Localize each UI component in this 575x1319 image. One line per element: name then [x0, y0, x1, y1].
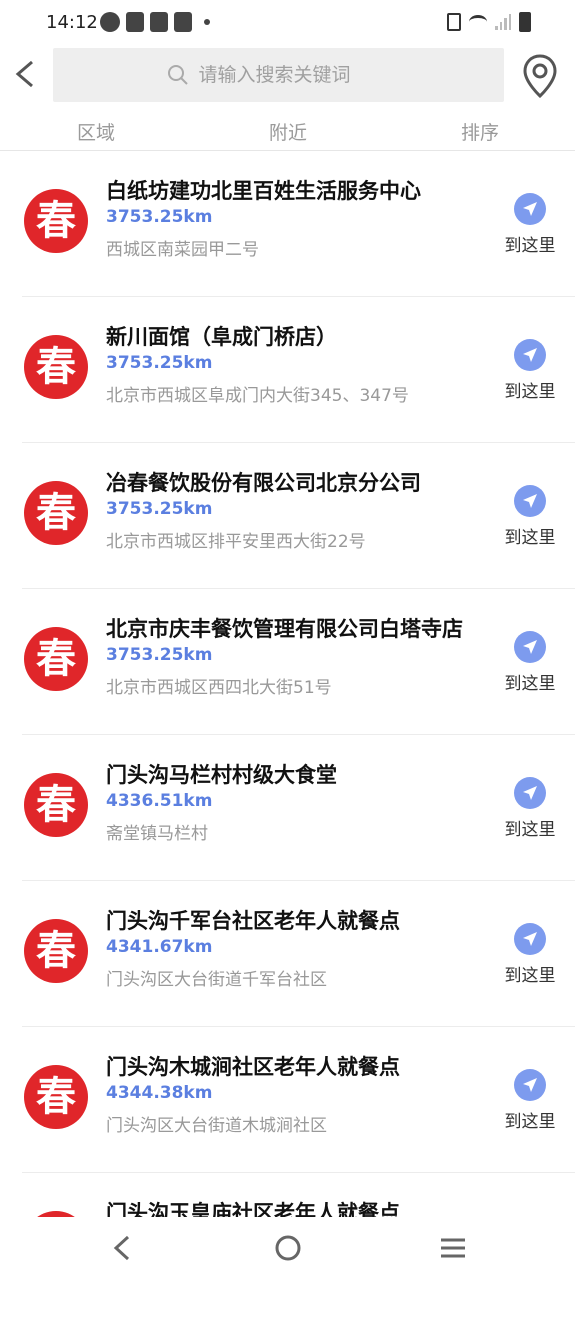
- search-input[interactable]: [196, 63, 391, 87]
- status-bar: 14:12: [0, 0, 575, 46]
- nav-home-icon[interactable]: [273, 1233, 303, 1263]
- navigate-button[interactable]: 到这里: [500, 485, 560, 548]
- restaurant-logo: 春: [24, 627, 88, 691]
- navigate-button[interactable]: 到这里: [500, 631, 560, 694]
- navigation-arrow-icon: [514, 631, 546, 663]
- navigation-arrow-icon: [514, 193, 546, 225]
- restaurant-logo: 春: [24, 919, 88, 983]
- navigate-label: 到这里: [504, 966, 556, 986]
- filter-region[interactable]: 区域: [77, 118, 115, 145]
- filter-sort[interactable]: 排序: [461, 118, 499, 145]
- restaurant-logo: 春: [24, 773, 88, 837]
- filter-bar: 区域 附近 排序: [0, 106, 575, 151]
- list-item[interactable]: 春 北京市庆丰餐饮管理有限公司白塔寺店 3753.25km 北京市西城区西四北大…: [0, 589, 575, 735]
- item-name: 新川面馆（阜成门桥店）: [106, 325, 337, 349]
- location-pin-icon: [523, 54, 557, 99]
- restaurant-list: 春 白纸坊建功北里百姓生活服务中心 3753.25km 西城区南菜园甲二号 到这…: [0, 151, 575, 1319]
- list-item[interactable]: 春 门头沟马栏村村级大食堂 4336.51km 斋堂镇马栏村 到这里: [0, 735, 575, 881]
- item-name: 白纸坊建功北里百姓生活服务中心: [106, 179, 421, 203]
- search-box[interactable]: [53, 48, 504, 102]
- restaurant-logo: 春: [24, 481, 88, 545]
- signal-icon: [495, 14, 511, 30]
- more-notifications-dot-icon: [204, 19, 210, 25]
- wifi-icon: [469, 15, 487, 29]
- logo-char: 春: [36, 490, 76, 536]
- nav-back-icon[interactable]: [110, 1233, 134, 1263]
- item-distance: 3753.25km: [106, 353, 213, 373]
- system-icons: [447, 12, 531, 32]
- list-item[interactable]: 春 冶春餐饮股份有限公司北京分公司 3753.25km 北京市西城区排平安里西大…: [0, 443, 575, 589]
- shopping-bag-icon: [126, 12, 144, 32]
- navigate-label: 到这里: [504, 820, 556, 840]
- navigation-arrow-icon: [514, 1069, 546, 1101]
- back-arrow-icon: [15, 60, 33, 88]
- shopping-bag-icon: [174, 12, 192, 32]
- item-address: 斋堂镇马栏村: [106, 824, 208, 844]
- item-distance: 4344.38km: [106, 1083, 213, 1103]
- item-name: 门头沟木城涧社区老年人就餐点: [106, 1055, 400, 1079]
- restaurant-logo: 春: [24, 1065, 88, 1129]
- navigate-button[interactable]: 到这里: [500, 339, 560, 402]
- navigate-label: 到这里: [504, 382, 556, 402]
- navigation-arrow-icon: [514, 923, 546, 955]
- navigate-button[interactable]: 到这里: [500, 923, 560, 986]
- app-notification-icon: [100, 12, 120, 32]
- navigate-button[interactable]: 到这里: [500, 193, 560, 256]
- restaurant-logo: 春: [24, 335, 88, 399]
- back-button[interactable]: [10, 54, 40, 94]
- logo-char: 春: [36, 344, 76, 390]
- search-header: [0, 46, 575, 104]
- item-distance: 3753.25km: [106, 499, 213, 519]
- battery-icon: [519, 12, 531, 32]
- list-item[interactable]: 春 白纸坊建功北里百姓生活服务中心 3753.25km 西城区南菜园甲二号 到这…: [0, 151, 575, 297]
- list-item[interactable]: 春 新川面馆（阜成门桥店） 3753.25km 北京市西城区阜成门内大街345、…: [0, 297, 575, 443]
- navigate-button[interactable]: 到这里: [500, 1069, 560, 1132]
- restaurant-logo: 春: [24, 189, 88, 253]
- item-distance: 4336.51km: [106, 791, 213, 811]
- logo-char: 春: [36, 636, 76, 682]
- navigate-label: 到这里: [504, 1112, 556, 1132]
- item-name: 门头沟千军台社区老年人就餐点: [106, 909, 400, 933]
- list-item[interactable]: 春 门头沟千军台社区老年人就餐点 4341.67km 门头沟区大台街道千军台社区…: [0, 881, 575, 1027]
- item-distance: 3753.25km: [106, 207, 213, 227]
- navigate-button[interactable]: 到这里: [500, 777, 560, 840]
- logo-char: 春: [36, 928, 76, 974]
- logo-char: 春: [36, 1074, 76, 1120]
- nav-recents-icon[interactable]: [438, 1233, 468, 1263]
- item-distance: 4341.67km: [106, 937, 213, 957]
- item-name: 北京市庆丰餐饮管理有限公司白塔寺店: [106, 617, 463, 641]
- notification-icons: [100, 12, 210, 32]
- item-name: 门头沟马栏村村级大食堂: [106, 763, 337, 787]
- navigation-arrow-icon: [514, 485, 546, 517]
- list-item[interactable]: 春 门头沟木城涧社区老年人就餐点 4344.38km 门头沟区大台街道木城涧社区…: [0, 1027, 575, 1173]
- filter-nearby[interactable]: 附近: [269, 118, 307, 145]
- location-button[interactable]: [520, 52, 560, 100]
- item-address: 西城区南菜园甲二号: [106, 240, 259, 260]
- navigate-label: 到这里: [504, 236, 556, 256]
- search-icon: [167, 65, 188, 85]
- item-address: 北京市西城区西四北大街51号: [106, 678, 332, 698]
- logo-char: 春: [36, 782, 76, 828]
- navigation-arrow-icon: [514, 777, 546, 809]
- shopping-bag-icon: [150, 12, 168, 32]
- item-distance: 3753.25km: [106, 645, 213, 665]
- item-address: 门头沟区大台街道千军台社区: [106, 970, 327, 990]
- navigation-arrow-icon: [514, 339, 546, 371]
- vibrate-icon: [447, 13, 461, 31]
- navigate-label: 到这里: [504, 674, 556, 694]
- item-address: 北京市西城区排平安里西大街22号: [106, 532, 366, 552]
- item-address: 门头沟区大台街道木城涧社区: [106, 1116, 327, 1136]
- status-time: 14:12: [46, 12, 98, 33]
- system-nav-bar: [0, 1217, 575, 1280]
- navigate-label: 到这里: [504, 528, 556, 548]
- item-name: 冶春餐饮股份有限公司北京分公司: [106, 471, 421, 495]
- item-address: 北京市西城区阜成门内大街345、347号: [106, 386, 409, 406]
- logo-char: 春: [36, 198, 76, 244]
